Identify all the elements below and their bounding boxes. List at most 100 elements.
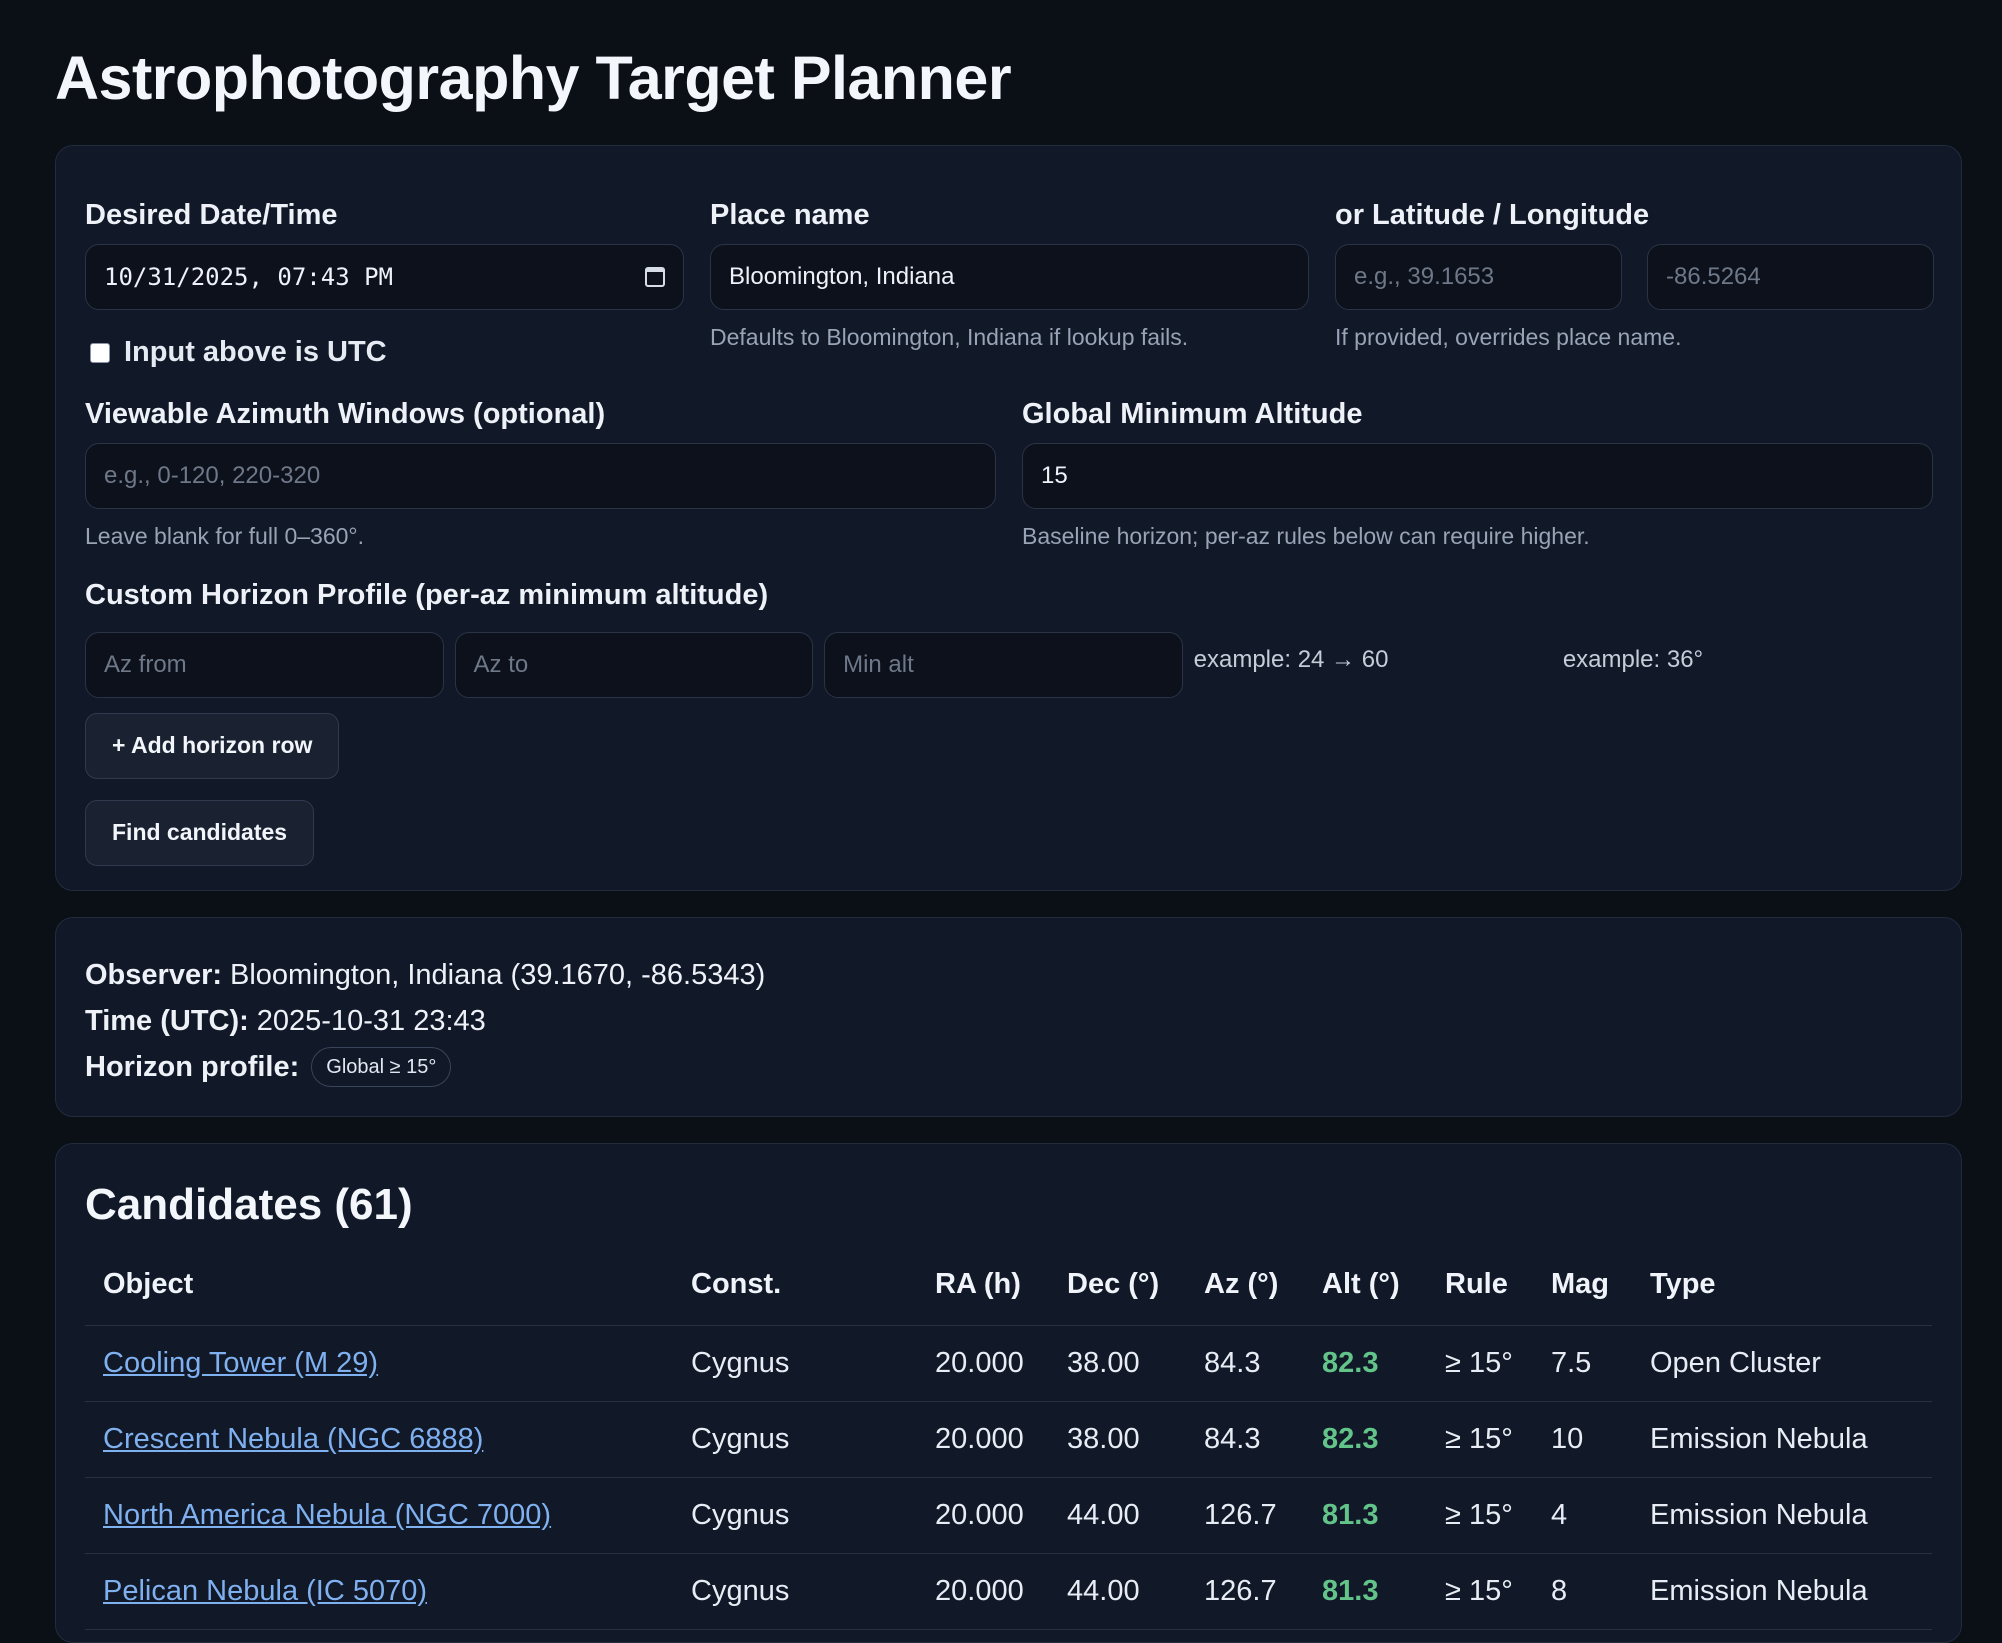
azimuth-group: Viewable Azimuth Windows (optional) e.g.… xyxy=(85,398,996,550)
column-header[interactable]: Rule xyxy=(1427,1268,1533,1327)
table-row: Crescent Nebula (NGC 6888) Cygnus 20.000 38… xyxy=(85,1401,1932,1479)
results-card: Candidates (61) Object Const. RA (h) Dec… xyxy=(55,1143,1962,1643)
table-cell: 126.7 xyxy=(1186,1477,1304,1555)
min-alt-value: 15 xyxy=(1041,461,1068,489)
object-link[interactable]: North America Nebula (NGC 7000) xyxy=(103,1499,551,1531)
utc-option: Input above is UTC xyxy=(85,336,684,369)
column-header[interactable]: Const. xyxy=(673,1268,917,1327)
utc-checkbox-label[interactable]: Input above is UTC xyxy=(124,336,387,369)
table-cell: 38.00 xyxy=(1049,1325,1186,1403)
object-cell: North America Nebula (NGC 7000) xyxy=(85,1477,673,1555)
table-cell: 20.000 xyxy=(917,1553,1049,1631)
az-from-input[interactable]: Az from xyxy=(85,631,444,698)
az-to-input[interactable]: Az to xyxy=(454,631,814,698)
table-cell: 4 xyxy=(1533,1477,1632,1555)
place-value: Bloomington, Indiana xyxy=(729,263,955,291)
table-cell: Emission Nebula xyxy=(1632,1401,1932,1479)
object-link[interactable]: Pelican Nebula (IC 5070) xyxy=(103,1575,427,1607)
min-alt-input[interactable]: 15 xyxy=(1022,442,1933,509)
min-alt-hint: Baseline horizon; per-az rules below can… xyxy=(1022,522,1590,549)
object-cell: Pelican Nebula (IC 5070) xyxy=(85,1553,673,1631)
table-cell: 44.00 xyxy=(1049,1553,1186,1631)
example-alt: example: 36° xyxy=(1562,645,1704,673)
column-header[interactable]: Mag xyxy=(1533,1268,1632,1327)
table-cell: 20.000 xyxy=(917,1325,1049,1403)
candidates-title: Candidates (61) xyxy=(85,1180,413,1230)
calendar-icon[interactable] xyxy=(645,267,665,288)
azimuth-input[interactable]: e.g., 0-120, 220-320 xyxy=(85,442,996,509)
min-alt-group: Global Minimum Altitude 15 Baseline hori… xyxy=(1022,398,1933,550)
table-header-row: Object Const. RA (h) Dec (°) Az (°) Alt … xyxy=(85,1268,1932,1327)
place-group: Place name Bloomington, Indiana Defaults… xyxy=(710,199,1309,369)
time-label: Time (UTC): xyxy=(85,1005,249,1038)
column-header[interactable]: Az (°) xyxy=(1186,1268,1304,1327)
datetime-input[interactable]: 10/31/2025, 07:43 PM xyxy=(85,244,684,311)
datetime-value: 10/31/2025, 07:43 PM xyxy=(104,263,393,292)
example-range: example: 24 → 60 xyxy=(1193,645,1389,673)
object-link[interactable]: Cooling Tower (M 29) xyxy=(103,1347,378,1379)
table-cell: Cygnus xyxy=(673,1553,917,1631)
column-header[interactable]: Object xyxy=(85,1268,673,1327)
find-candidates-button[interactable]: Find candidates xyxy=(85,799,315,866)
table-cell: 20.000 xyxy=(917,1477,1049,1555)
table-cell: 126.7 xyxy=(1186,1553,1304,1631)
horizon-profile-line: Horizon profile: Global ≥ 15° xyxy=(85,1044,1932,1090)
observer-line: Observer: Bloomington, Indiana (39.1670,… xyxy=(85,952,1932,998)
table-row: Cooling Tower (M 29) Cygnus 20.000 38.00 84.… xyxy=(85,1325,1932,1403)
table-cell: 20.000 xyxy=(917,1401,1049,1479)
object-link[interactable]: Crescent Nebula (NGC 6888) xyxy=(103,1423,483,1455)
object-cell: Cooling Tower (M 29) xyxy=(85,1325,673,1403)
latlon-group: or Latitude / Longitude e.g., 39.1653 -8… xyxy=(1335,199,1934,369)
horizon-group: Custom Horizon Profile (per-az minimum a… xyxy=(85,578,1932,698)
longitude-input[interactable]: -86.5264 xyxy=(1647,244,1934,311)
column-header[interactable]: Type xyxy=(1632,1268,1932,1327)
table-cell: Emission Nebula xyxy=(1632,1477,1932,1555)
azimuth-label: Viewable Azimuth Windows (optional) xyxy=(85,398,606,431)
table-cell: ≥ 15° xyxy=(1427,1553,1533,1631)
place-label: Place name xyxy=(710,199,870,232)
page: Astrophotography Target Planner Desired … xyxy=(0,0,2002,1643)
latlon-label: or Latitude / Longitude xyxy=(1335,199,1650,232)
table-cell: Emission Nebula xyxy=(1632,1553,1932,1631)
table-cell: Cygnus xyxy=(673,1401,917,1479)
table-cell: ≥ 15° xyxy=(1427,1477,1533,1555)
utc-checkbox[interactable] xyxy=(90,342,110,363)
table-row: Pelican Nebula (IC 5070) Cygnus 20.000 44.0… xyxy=(85,1553,1932,1631)
candidates-table: Object Const. RA (h) Dec (°) Az (°) Alt … xyxy=(85,1268,1932,1631)
table-cell: 44.00 xyxy=(1049,1477,1186,1555)
table-cell: 38.00 xyxy=(1049,1401,1186,1479)
observer-label: Observer: xyxy=(85,959,223,992)
add-horizon-row-button[interactable]: + Add horizon row xyxy=(85,712,340,779)
time-line: Time (UTC): 2025-10-31 23:43 xyxy=(85,998,1932,1044)
horizon-min-alt-input[interactable]: Min alt xyxy=(824,631,1183,698)
table-cell: 7.5 xyxy=(1533,1325,1632,1403)
table-cell: ≥ 15° xyxy=(1427,1325,1533,1403)
table-row: North America Nebula (NGC 7000) Cygnus 20.… xyxy=(85,1477,1932,1555)
table-cell: ≥ 15° xyxy=(1427,1401,1533,1479)
place-hint: Defaults to Bloomington, Indiana if look… xyxy=(710,324,1189,351)
horizon-profile-badge: Global ≥ 15° xyxy=(311,1047,452,1088)
table-cell: 8 xyxy=(1533,1553,1632,1631)
latlon-hint: If provided, overrides place name. xyxy=(1335,324,1682,351)
column-header[interactable]: Alt (°) xyxy=(1304,1268,1427,1327)
object-cell: Crescent Nebula (NGC 6888) xyxy=(85,1401,673,1479)
column-header[interactable]: RA (h) xyxy=(917,1268,1049,1327)
altitude-cell: 82.3 xyxy=(1304,1401,1427,1479)
latitude-input[interactable]: e.g., 39.1653 xyxy=(1335,244,1622,311)
table-cell: Cygnus xyxy=(673,1325,917,1403)
altitude-cell: 81.3 xyxy=(1304,1553,1427,1631)
table-cell: Cygnus xyxy=(673,1477,917,1555)
observer-value: Bloomington, Indiana (39.1670, -86.5343) xyxy=(230,959,766,992)
datetime-label: Desired Date/Time xyxy=(85,199,338,232)
column-header[interactable]: Dec (°) xyxy=(1049,1268,1186,1327)
datetime-group: Desired Date/Time 10/31/2025, 07:43 PM I… xyxy=(85,199,684,369)
horizon-profile-label: Horizon profile: xyxy=(85,1051,300,1084)
horizon-label: Custom Horizon Profile (per-az minimum a… xyxy=(85,578,769,611)
summary-card: Observer: Bloomington, Indiana (39.1670,… xyxy=(55,917,1962,1118)
min-alt-label: Global Minimum Altitude xyxy=(1022,398,1363,431)
planner-form-card: Desired Date/Time 10/31/2025, 07:43 PM I… xyxy=(55,145,1962,892)
place-input[interactable]: Bloomington, Indiana xyxy=(710,244,1309,311)
altitude-cell: 82.3 xyxy=(1304,1325,1427,1403)
altitude-cell: 81.3 xyxy=(1304,1477,1427,1555)
table-cell: Open Cluster xyxy=(1632,1325,1932,1403)
